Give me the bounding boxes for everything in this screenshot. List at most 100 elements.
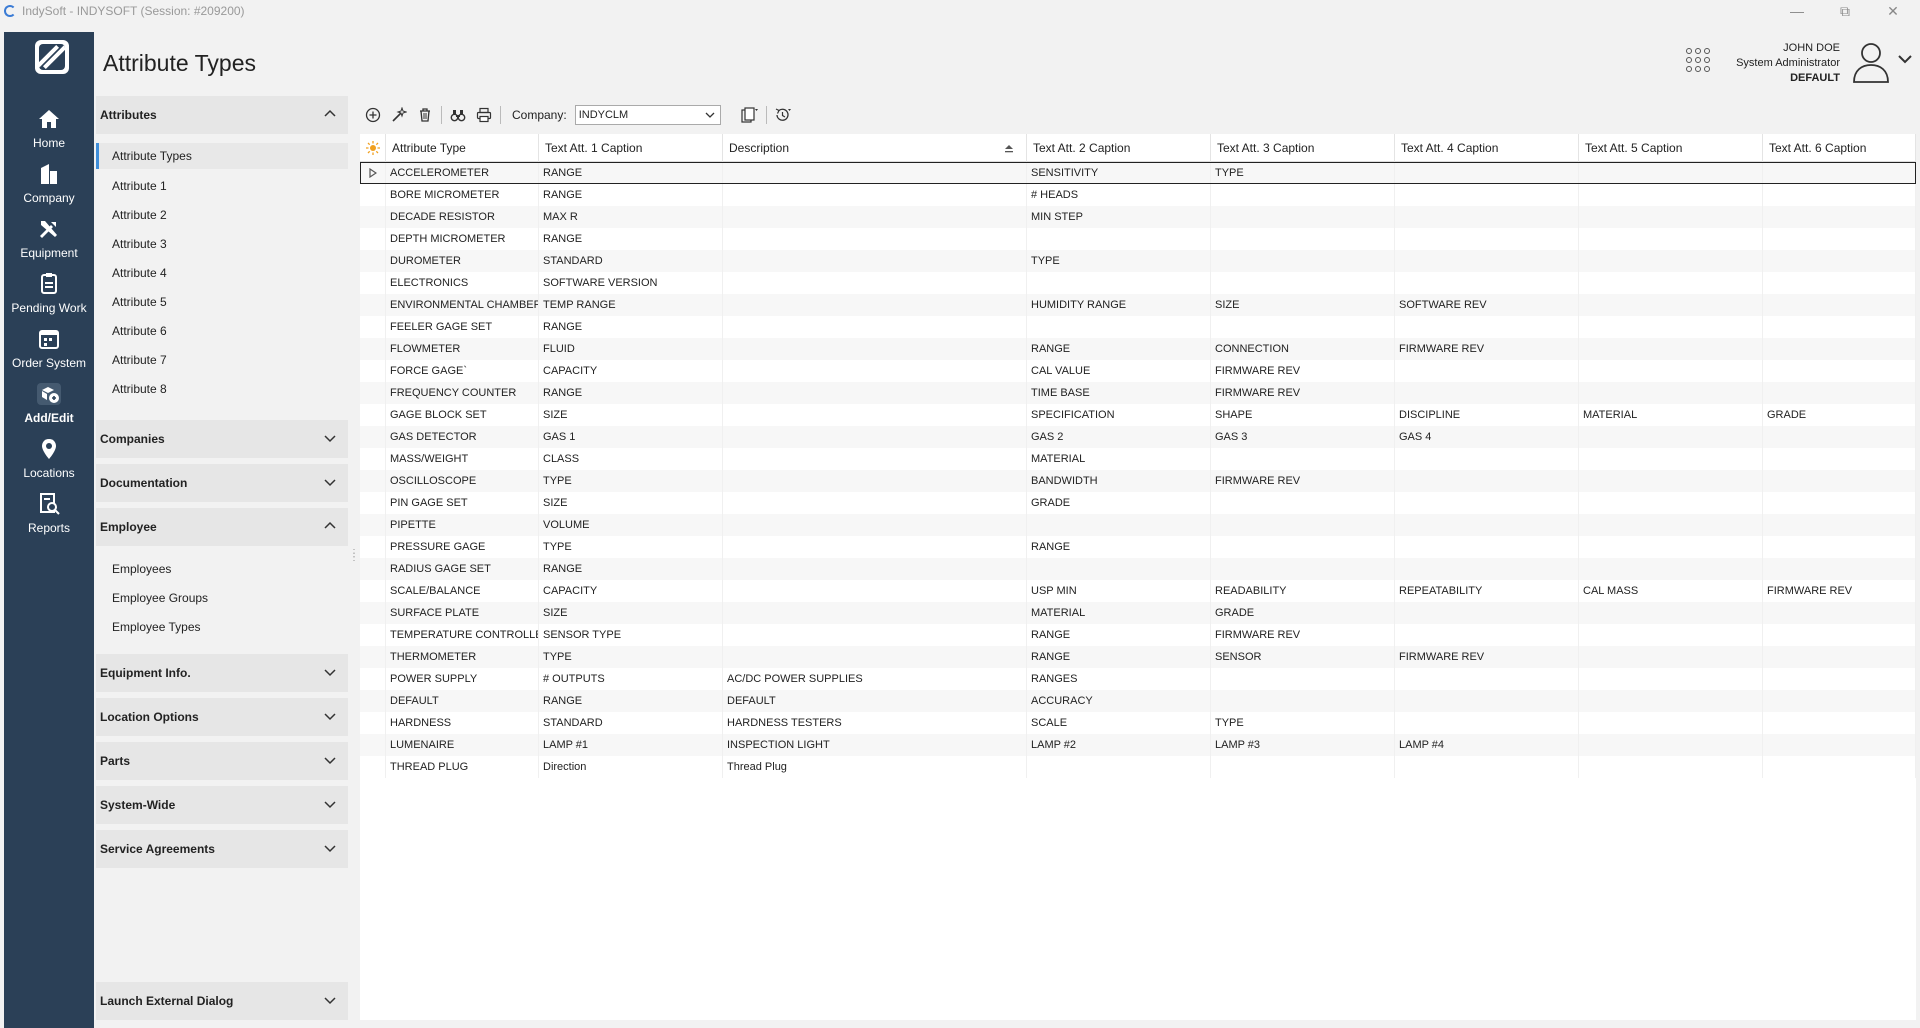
- group-employee[interactable]: Employee: [96, 508, 348, 546]
- table-cell[interactable]: ELECTRONICS: [386, 272, 539, 294]
- column-header-text-att-4[interactable]: Text Att. 4 Caption: [1395, 134, 1579, 162]
- table-cell[interactable]: HARDNESS: [386, 712, 539, 734]
- table-cell[interactable]: RANGE: [539, 382, 723, 404]
- sidebar-item-attribute-4[interactable]: Attribute 4: [96, 260, 348, 286]
- table-cell[interactable]: RANGE: [539, 558, 723, 580]
- user-avatar-icon[interactable]: [1852, 40, 1890, 84]
- table-cell[interactable]: [723, 272, 1027, 294]
- table-cell[interactable]: [1395, 536, 1579, 558]
- table-cell[interactable]: DUROMETER: [386, 250, 539, 272]
- table-row[interactable]: THREAD PLUG Direction Thread Plug: [360, 756, 1916, 778]
- table-row[interactable]: POWER SUPPLY # OUTPUTS AC/DC POWER SUPPLIE…: [360, 668, 1916, 690]
- table-cell[interactable]: [1395, 624, 1579, 646]
- sidebar-item-employee-groups[interactable]: Employee Groups: [96, 585, 348, 611]
- row-selector[interactable]: [360, 668, 386, 690]
- table-cell[interactable]: [1763, 756, 1916, 778]
- table-row[interactable]: SURFACE PLATE SIZE MATERIAL GRADE: [360, 602, 1916, 624]
- table-cell[interactable]: SIZE: [1211, 294, 1395, 316]
- table-cell[interactable]: [1579, 272, 1763, 294]
- row-selector[interactable]: [360, 294, 386, 316]
- table-cell[interactable]: THREAD PLUG: [386, 756, 539, 778]
- column-header-attribute-type[interactable]: Attribute Type: [386, 134, 539, 162]
- table-cell[interactable]: [723, 580, 1027, 602]
- table-cell[interactable]: [1763, 668, 1916, 690]
- nav-add-edit[interactable]: Add/Edit: [4, 373, 94, 425]
- table-cell[interactable]: MAX R: [539, 206, 723, 228]
- table-cell[interactable]: AC/DC POWER SUPPLIES: [723, 668, 1027, 690]
- group-system-wide[interactable]: System-Wide: [96, 786, 348, 824]
- table-cell[interactable]: [1395, 382, 1579, 404]
- table-cell[interactable]: CONNECTION: [1211, 338, 1395, 360]
- nav-reports[interactable]: Reports: [4, 483, 94, 535]
- table-cell[interactable]: CAL MASS: [1579, 580, 1763, 602]
- table-cell[interactable]: STANDARD: [539, 250, 723, 272]
- table-cell[interactable]: [723, 206, 1027, 228]
- table-cell[interactable]: FLOWMETER: [386, 338, 539, 360]
- table-cell[interactable]: SIZE: [539, 492, 723, 514]
- table-cell[interactable]: ACCURACY: [1027, 690, 1211, 712]
- row-selector[interactable]: [360, 602, 386, 624]
- nav-pending-work[interactable]: Pending Work: [4, 263, 94, 315]
- table-cell[interactable]: [1211, 272, 1395, 294]
- row-selector[interactable]: [360, 206, 386, 228]
- table-cell[interactable]: [1763, 602, 1916, 624]
- sidebar-item-attribute-7[interactable]: Attribute 7: [96, 347, 348, 373]
- table-cell[interactable]: CAPACITY: [539, 580, 723, 602]
- table-cell[interactable]: [1763, 690, 1916, 712]
- sidebar-item-attribute-2[interactable]: Attribute 2: [96, 202, 348, 228]
- table-row[interactable]: RADIUS GAGE SET RANGE: [360, 558, 1916, 580]
- table-cell[interactable]: RADIUS GAGE SET: [386, 558, 539, 580]
- table-cell[interactable]: [1579, 668, 1763, 690]
- table-cell[interactable]: FORCE GAGE`: [386, 360, 539, 382]
- table-cell[interactable]: CAPACITY: [539, 360, 723, 382]
- table-cell[interactable]: TYPE: [539, 470, 723, 492]
- table-row[interactable]: FORCE GAGE` CAPACITY CAL VALUE FIRMWARE REV: [360, 360, 1916, 382]
- table-cell[interactable]: FIRMWARE REV: [1763, 580, 1916, 602]
- table-cell[interactable]: DEFAULT: [386, 690, 539, 712]
- table-row[interactable]: LUMENAIRE LAMP #1 INSPECTION LIGHT LAMP #2 L…: [360, 734, 1916, 756]
- table-cell[interactable]: LAMP #1: [539, 734, 723, 756]
- table-cell[interactable]: [1211, 448, 1395, 470]
- table-cell[interactable]: SIZE: [539, 404, 723, 426]
- sidebar-item-attribute-1[interactable]: Attribute 1: [96, 173, 348, 199]
- table-cell[interactable]: [1763, 492, 1916, 514]
- table-cell[interactable]: DECADE RESISTOR: [386, 206, 539, 228]
- table-cell[interactable]: [1395, 184, 1579, 206]
- table-row[interactable]: DUROMETER STANDARD TYPE: [360, 250, 1916, 272]
- table-cell[interactable]: [723, 514, 1027, 536]
- edit-wand-icon[interactable]: [386, 102, 412, 128]
- sidebar-item-attribute-5[interactable]: Attribute 5: [96, 289, 348, 315]
- table-cell[interactable]: MASS/WEIGHT: [386, 448, 539, 470]
- table-cell[interactable]: [1763, 272, 1916, 294]
- table-cell[interactable]: [723, 162, 1027, 184]
- row-selector[interactable]: [360, 580, 386, 602]
- nav-order-system[interactable]: Order System: [4, 318, 94, 370]
- table-cell[interactable]: [723, 316, 1027, 338]
- table-cell[interactable]: OSCILLOSCOPE: [386, 470, 539, 492]
- table-cell[interactable]: [1395, 360, 1579, 382]
- table-cell[interactable]: RANGE: [539, 162, 723, 184]
- table-cell[interactable]: [1211, 756, 1395, 778]
- table-cell[interactable]: RANGE: [539, 184, 723, 206]
- table-row[interactable]: PIPETTE VOLUME: [360, 514, 1916, 536]
- table-cell[interactable]: # OUTPUTS: [539, 668, 723, 690]
- table-cell[interactable]: [1763, 316, 1916, 338]
- group-equipment-info[interactable]: Equipment Info.: [96, 654, 348, 692]
- table-cell[interactable]: [1579, 294, 1763, 316]
- sidebar-item-attribute-3[interactable]: Attribute 3: [96, 231, 348, 257]
- row-selector[interactable]: [360, 250, 386, 272]
- table-cell[interactable]: [1579, 558, 1763, 580]
- nav-locations[interactable]: Locations: [4, 428, 94, 480]
- table-cell[interactable]: PIPETTE: [386, 514, 539, 536]
- indysoft-logo[interactable]: [35, 40, 69, 74]
- table-cell[interactable]: [1211, 558, 1395, 580]
- close-icon[interactable]: ✕: [1870, 0, 1916, 22]
- sidebar-item-attribute-6[interactable]: Attribute 6: [96, 318, 348, 344]
- table-cell[interactable]: CLASS: [539, 448, 723, 470]
- table-row[interactable]: SCALE/BALANCE CAPACITY USP MIN READABILITY R…: [360, 580, 1916, 602]
- table-cell[interactable]: PIN GAGE SET: [386, 492, 539, 514]
- table-cell[interactable]: [1579, 492, 1763, 514]
- table-cell[interactable]: [723, 184, 1027, 206]
- table-cell[interactable]: [1763, 470, 1916, 492]
- table-cell[interactable]: ACCELEROMETER: [386, 162, 539, 184]
